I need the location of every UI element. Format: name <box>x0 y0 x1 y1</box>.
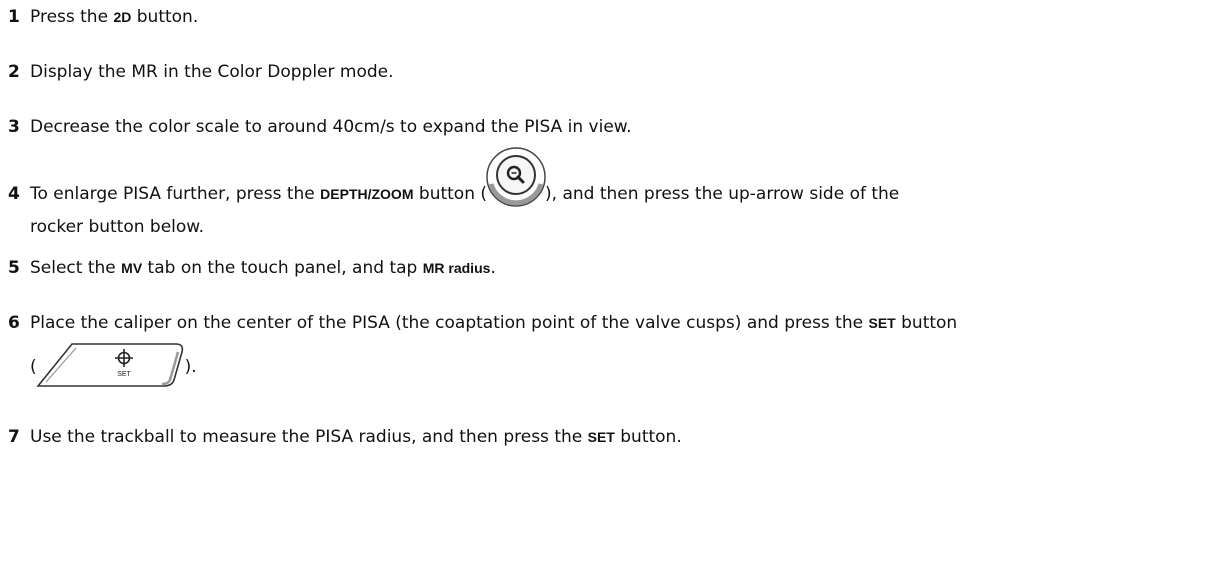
step-number: 4 <box>8 184 20 204</box>
step-text: To enlarge PISA further, press the <box>30 184 321 204</box>
paren-close: ). <box>184 357 197 377</box>
step-6-icon-line: ( SET ). <box>8 340 1208 394</box>
keyword-mr-radius: MR radius <box>422 260 491 276</box>
step-1: 1 Press the 2D button. <box>8 6 1208 28</box>
step-3: 3 Decrease the color scale to around 40cm… <box>8 116 1208 138</box>
step-number: 3 <box>8 117 20 137</box>
step-text: Press the <box>30 7 114 27</box>
step-text-end: button. <box>131 7 199 27</box>
step-text-end: button. <box>614 427 682 447</box>
keyword-depth-zoom: DEPTH/ZOOM <box>320 186 414 202</box>
step-text: Use the trackball to measure the PISA ra… <box>30 427 588 447</box>
keyword-set: SET <box>587 429 615 445</box>
step-text-mid: tab on the touch panel, and tap <box>142 258 423 278</box>
step-number: 6 <box>8 313 20 333</box>
step-text-end: ), and then press the up-arrow side of t… <box>545 184 900 204</box>
set-icon-label: SET <box>117 371 131 378</box>
keyword-2d: 2D <box>113 9 132 25</box>
step-4: 4 To enlarge PISA further, press the DEPT… <box>8 147 1208 238</box>
zoom-dial-icon <box>485 146 547 214</box>
keyword-set: SET <box>868 315 896 331</box>
step-6: 6 Place the caliper on the center of the … <box>8 312 1208 394</box>
step-number: 2 <box>8 62 20 82</box>
step-number: 1 <box>8 7 20 27</box>
step-2: 2 Display the MR in the Color Doppler mod… <box>8 61 1208 83</box>
step-text: Place the caliper on the center of the P… <box>30 313 869 333</box>
step-text-end: button <box>895 313 958 333</box>
step-text-mid: button ( <box>413 184 488 204</box>
step-number: 5 <box>8 258 20 278</box>
step-7: 7 Use the trackball to measure the PISA r… <box>8 426 1208 448</box>
step-text: Display the MR in the Color Doppler mode… <box>30 62 394 82</box>
step-5: 5 Select the MV tab on the touch panel, a… <box>8 257 1208 279</box>
step-text-end: . <box>490 258 496 278</box>
step-text: Decrease the color scale to around 40cm/… <box>30 117 632 137</box>
set-button-icon: SET <box>35 340 186 394</box>
step-number: 7 <box>8 427 20 447</box>
keyword-mv: MV <box>121 260 143 276</box>
step-text: Select the <box>30 258 122 278</box>
